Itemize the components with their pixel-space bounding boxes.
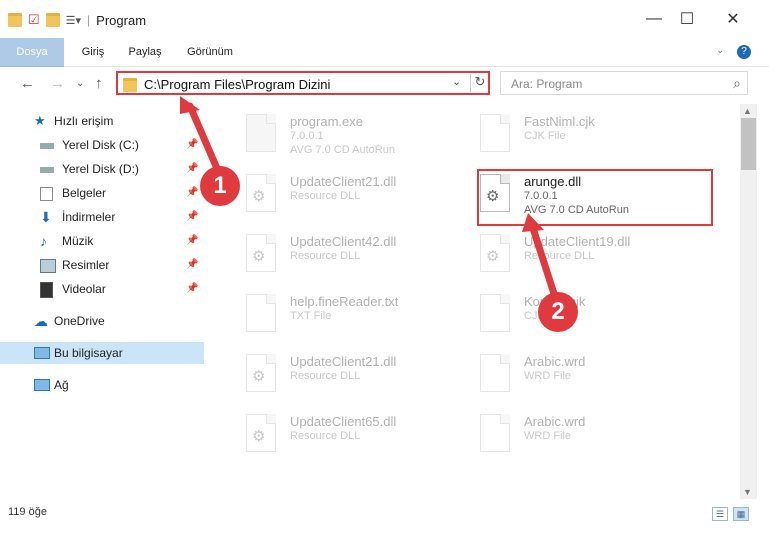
tiles-view-icon[interactable]: ▦: [733, 507, 749, 521]
details-view-icon[interactable]: ☰: [712, 507, 728, 521]
arrow-to-dll-file: [522, 213, 560, 304]
annotation-arrows: [180, 96, 560, 304]
status-bar: 119 öğe: [0, 500, 769, 536]
step-badge-2: 2: [538, 292, 578, 332]
item-count: 119 öğe: [8, 506, 47, 518]
step-badge-1: 1: [200, 166, 240, 206]
